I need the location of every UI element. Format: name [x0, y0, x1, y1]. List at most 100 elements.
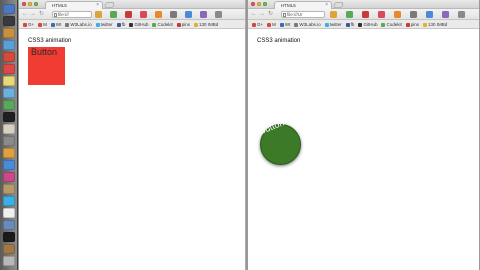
evernote-icon[interactable]: [346, 11, 353, 18]
bookmark-item[interactable]: M: [38, 20, 47, 28]
bookmark-item[interactable]: W3Labs.io: [294, 20, 321, 28]
bookmarks-bar: G+ M Wt W3Labs.io twitter fb GitHub Codekit pins…: [19, 20, 245, 29]
bookmark-label: M: [43, 22, 47, 27]
wrench-icon[interactable]: [170, 11, 177, 18]
address-bar[interactable]: file:///Ur: [281, 11, 325, 18]
rss-icon[interactable]: [394, 11, 401, 18]
lastpass-icon[interactable]: [125, 11, 132, 18]
page-icon: [283, 13, 286, 17]
pencil-icon[interactable]: [330, 11, 337, 18]
animated-button-square[interactable]: Button: [28, 47, 65, 85]
bookmark-item[interactable]: GitHub: [129, 20, 148, 28]
folder-icon[interactable]: [3, 148, 15, 158]
skype-icon[interactable]: [3, 196, 15, 206]
tab-close-icon[interactable]: ×: [325, 2, 328, 9]
site-icon: [279, 22, 284, 27]
evernote-icon[interactable]: [110, 11, 117, 18]
dashboard-icon[interactable]: [3, 16, 15, 26]
forward-arrow-icon[interactable]: →: [259, 11, 265, 18]
document-icon[interactable]: [3, 208, 15, 218]
bookmark-item[interactable]: fb: [116, 20, 125, 28]
pocket-icon[interactable]: [140, 11, 147, 18]
github-icon: [129, 22, 134, 27]
bookmark-label: Wt: [284, 22, 291, 27]
colorpicker-icon[interactable]: [185, 11, 192, 18]
bookmark-item[interactable]: G+: [23, 20, 34, 28]
bookmark-item[interactable]: GitHub: [358, 20, 378, 28]
bookmark-item[interactable]: Codekit: [152, 20, 173, 28]
terminal-icon[interactable]: [3, 112, 15, 122]
w3labs-icon: [294, 22, 299, 27]
photos-icon[interactable]: [3, 100, 15, 110]
animated-button-circle[interactable]: Button: [258, 117, 301, 165]
bookmark-item[interactable]: fb: [345, 20, 354, 28]
text-editor-icon[interactable]: [3, 124, 15, 134]
new-tab-button[interactable]: [333, 2, 344, 8]
colorpicker-icon[interactable]: [426, 11, 433, 18]
bookmark-item[interactable]: Wt: [50, 20, 62, 28]
notes-icon[interactable]: [3, 76, 15, 86]
trash-icon[interactable]: [3, 256, 15, 266]
bookmark-label: 130 IMBd: [198, 22, 219, 27]
address-bar[interactable]: file:///: [52, 11, 92, 18]
music-icon[interactable]: [3, 172, 15, 182]
tab-html5[interactable]: HTML5 ×: [274, 1, 332, 9]
minimize-window-button[interactable]: [28, 2, 32, 6]
contacts-icon[interactable]: [3, 184, 15, 194]
browser-window-left: HTML5 × ← → ↻ file:/// G+ M Wt W3Labs.io twi…: [18, 0, 246, 270]
screen: HTML5 × ← → ↻ file:/// G+ M Wt W3Labs.io twi…: [0, 0, 480, 270]
finder-icon[interactable]: [3, 4, 15, 14]
maximize-window-button[interactable]: [263, 2, 267, 6]
bookmark-item[interactable]: Wt: [279, 20, 291, 28]
page-content: CSS3 animation Button: [19, 29, 245, 269]
pencil-icon[interactable]: [95, 11, 102, 18]
reload-icon[interactable]: ↻: [39, 11, 44, 18]
tab-html5[interactable]: HTML5 ×: [45, 1, 103, 9]
tab-close-icon[interactable]: ×: [96, 2, 99, 9]
menu-icon[interactable]: [458, 11, 465, 18]
bookmark-item[interactable]: W3Labs.io: [65, 20, 92, 28]
pocket-icon[interactable]: [378, 11, 385, 18]
minimize-window-button[interactable]: [257, 2, 261, 6]
bookmark-item[interactable]: Codekit: [381, 20, 402, 28]
back-arrow-icon[interactable]: ←: [251, 11, 257, 18]
extension-icon[interactable]: [200, 11, 207, 18]
bookmark-item[interactable]: 130 IMBd: [193, 20, 219, 28]
media-icon[interactable]: [3, 232, 15, 242]
address-text: file:///Ur: [287, 12, 303, 17]
close-window-button[interactable]: [251, 2, 255, 6]
new-tab-button[interactable]: [104, 2, 115, 8]
downloads-icon[interactable]: [3, 220, 15, 230]
forward-arrow-icon[interactable]: →: [30, 11, 36, 18]
bookmark-item[interactable]: pins: [405, 20, 419, 28]
extension-icon[interactable]: [442, 11, 449, 18]
window-controls: [251, 2, 267, 6]
chrome-icon[interactable]: [3, 52, 15, 62]
close-window-button[interactable]: [22, 2, 26, 6]
maximize-window-button[interactable]: [34, 2, 38, 6]
app-store-icon[interactable]: [3, 160, 15, 170]
menu-icon[interactable]: [215, 11, 222, 18]
bookmark-item[interactable]: M: [267, 20, 276, 28]
bookmark-item[interactable]: G+: [252, 20, 263, 28]
itunes-icon[interactable]: [3, 88, 15, 98]
address-text: file:///: [58, 12, 69, 17]
bookmark-item[interactable]: 130 IMBd: [422, 20, 447, 28]
wrench-icon[interactable]: [410, 11, 417, 18]
bookmark-item[interactable]: twitter: [95, 20, 113, 28]
safari-icon[interactable]: [3, 40, 15, 50]
bookmark-item[interactable]: pins: [176, 20, 190, 28]
rss-icon[interactable]: [155, 11, 162, 18]
back-arrow-icon[interactable]: ←: [22, 11, 28, 18]
stack-icon[interactable]: [3, 244, 15, 254]
bookmark-label: Wt: [55, 22, 62, 27]
mail-icon[interactable]: [3, 28, 15, 38]
page-heading: CSS3 animation: [257, 38, 301, 44]
bookmark-label: twitter: [329, 22, 342, 27]
bookmark-item[interactable]: twitter: [324, 20, 342, 28]
preferences-icon[interactable]: [3, 136, 15, 146]
lastpass-icon[interactable]: [362, 11, 369, 18]
calendar-icon[interactable]: [3, 64, 15, 74]
bookmark-label: GitHub: [363, 22, 378, 27]
reload-icon[interactable]: ↻: [268, 11, 273, 18]
